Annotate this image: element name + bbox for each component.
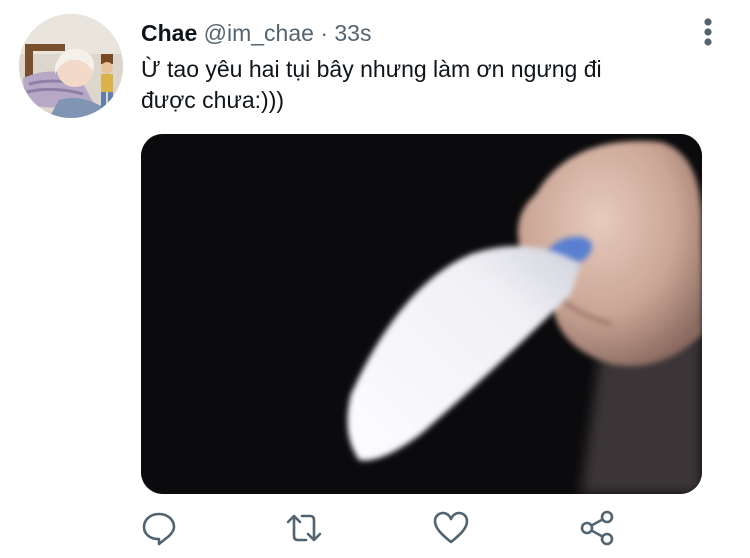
tweet-media[interactable]: [141, 134, 702, 494]
reply-button[interactable]: [139, 508, 179, 548]
tweet-text: Ừ tao yêu hai tụi bây nhưng làm ơn ngưng…: [141, 54, 711, 116]
retweet-button[interactable]: [284, 508, 324, 548]
knife-in-hand-image: [141, 134, 702, 494]
tweet-actions: [0, 508, 750, 548]
retweet-icon: [286, 514, 322, 542]
avatar[interactable]: [19, 14, 123, 118]
tweet-text-line: Ừ tao yêu hai tụi bây nhưng làm ơn ngưng…: [141, 56, 602, 82]
share-button[interactable]: [578, 508, 618, 548]
tweet-header: Chae @im_chae · 33s: [141, 17, 371, 49]
timestamp[interactable]: 33s: [334, 20, 371, 46]
more-vertical-icon: [704, 18, 712, 46]
heart-icon: [433, 511, 469, 544]
display-name[interactable]: Chae: [141, 20, 197, 46]
more-options-button[interactable]: [694, 16, 722, 48]
share-icon: [580, 510, 614, 546]
separator-dot: ·: [320, 20, 328, 46]
handle[interactable]: @im_chae: [204, 20, 314, 46]
tweet-card[interactable]: Chae @im_chae · 33s Ừ tao yêu hai tụi bâ…: [0, 0, 750, 558]
tweet-text-line: được chưa:))): [141, 87, 285, 113]
like-button[interactable]: [431, 508, 471, 548]
reply-icon: [142, 512, 176, 546]
